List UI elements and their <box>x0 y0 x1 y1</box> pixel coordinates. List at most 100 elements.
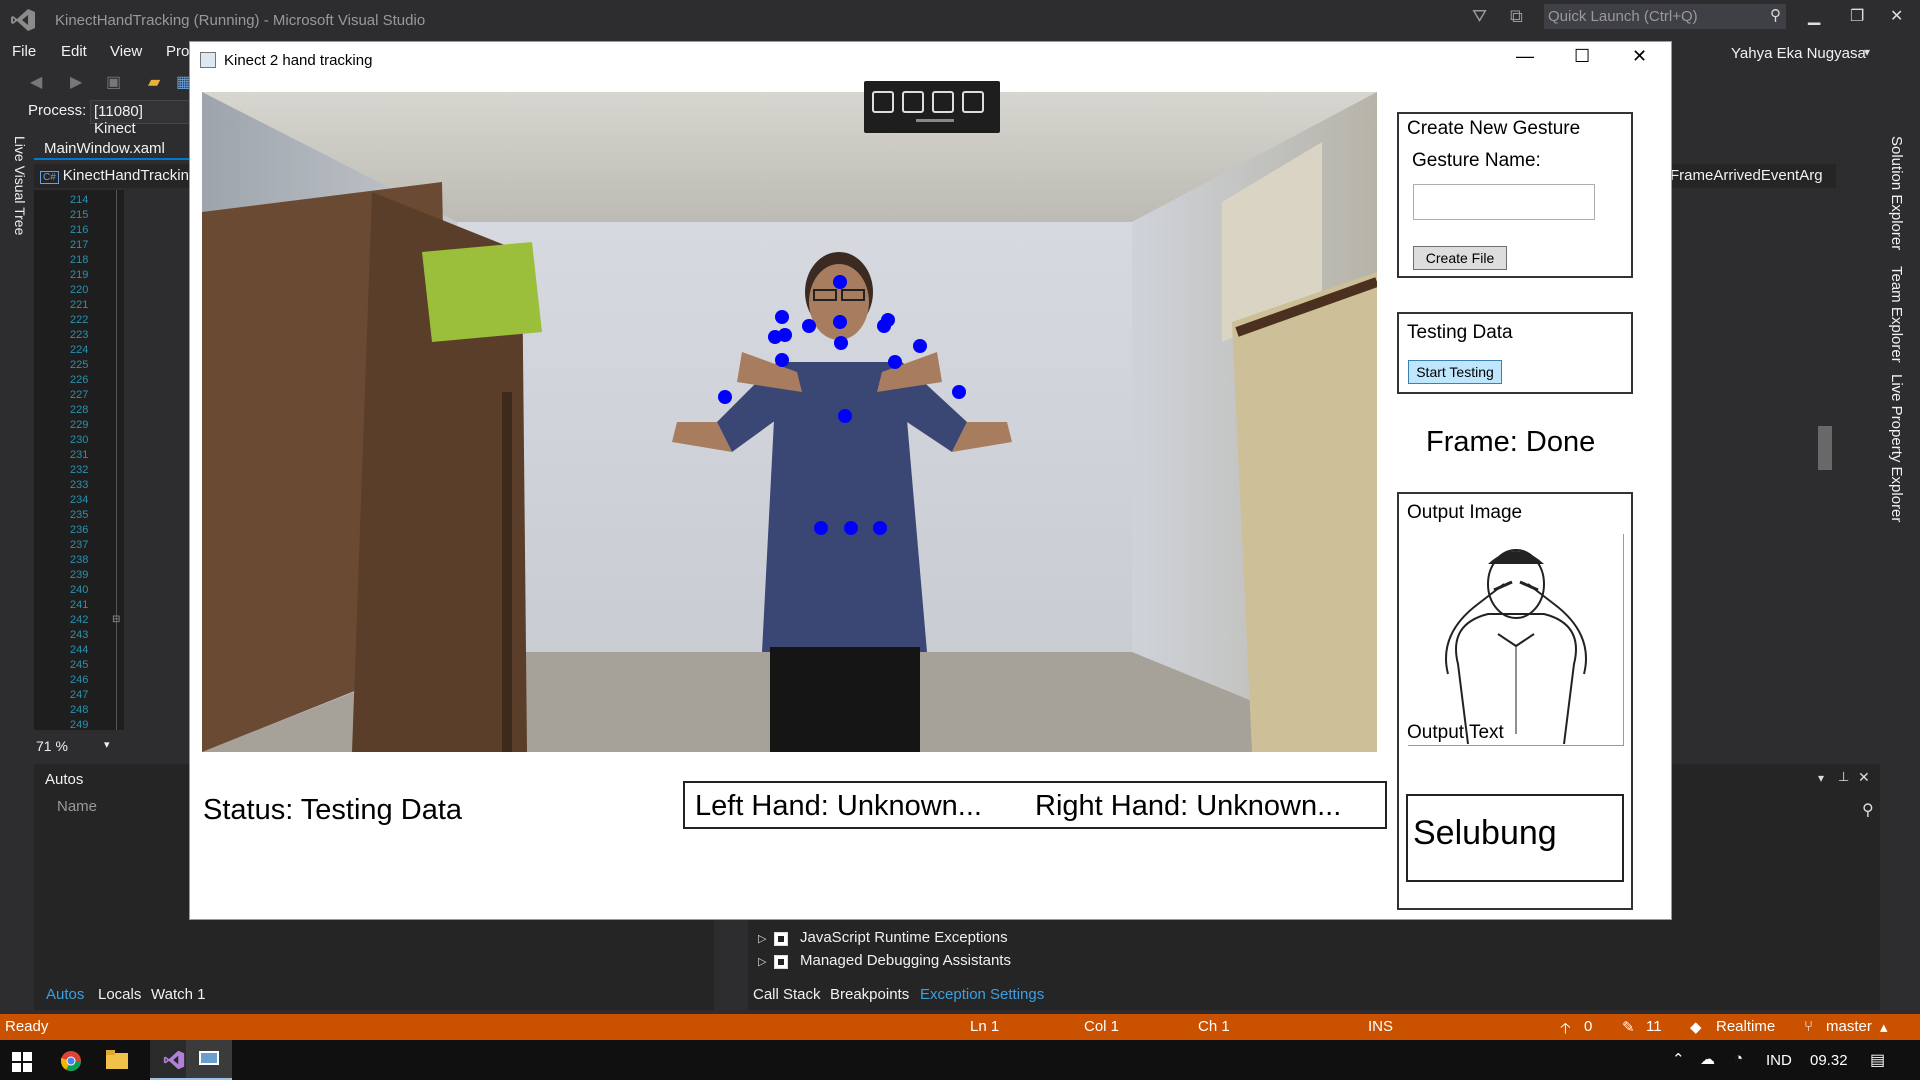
nav-bar-right[interactable]: FrameArrivedEventArg <box>1664 164 1836 188</box>
right-hand-label: Right Hand: Unknown... <box>1035 790 1342 822</box>
right-tool-strip: Solution Explorer Team Explorer Live Pro… <box>1880 130 1920 1010</box>
toolbar-grip[interactable] <box>916 119 954 122</box>
tab-locals[interactable]: Locals <box>98 986 141 1003</box>
tab-autos[interactable]: Autos <box>46 986 84 1003</box>
tab-call-stack[interactable]: Call Stack <box>753 986 821 1003</box>
scrollbar-thumb[interactable] <box>1818 426 1832 470</box>
live-visual-tree-tab[interactable]: Live Visual Tree <box>8 136 28 235</box>
line-number: 225 <box>70 359 89 371</box>
line-number: 245 <box>70 659 89 671</box>
quick-launch-input[interactable]: Quick Launch (Ctrl+Q) <box>1544 4 1786 29</box>
menu-view[interactable]: View <box>110 43 142 60</box>
repo-name[interactable]: Realtime <box>1716 1018 1775 1035</box>
line-number: 240 <box>70 584 89 596</box>
branch-name[interactable]: master <box>1826 1018 1872 1035</box>
expand-icon[interactable]: ▷ <box>758 932 766 945</box>
file-explorer-icon[interactable] <box>106 1050 128 1070</box>
status-ins: INS <box>1368 1018 1394 1035</box>
zoom-value: 71 % <box>36 738 68 754</box>
clock[interactable]: 09.32 <box>1810 1052 1848 1069</box>
chevron-down-icon[interactable]: ▾ <box>1864 45 1870 59</box>
output-text-box: Selubung <box>1406 794 1624 882</box>
chevron-up-icon[interactable]: ⌃ <box>1672 1050 1685 1068</box>
chevron-down-icon[interactable]: ▾ <box>1818 771 1824 785</box>
status-col: Col 1 <box>1084 1018 1120 1035</box>
vs-titlebar: KinectHandTracking (Running) - Microsoft… <box>0 0 1920 40</box>
track-focused-element-icon[interactable] <box>962 91 984 113</box>
create-file-button[interactable]: Create File <box>1413 246 1507 270</box>
forward-icon[interactable]: ▶ <box>70 72 82 92</box>
new-item-icon[interactable]: ▣ <box>106 72 121 92</box>
chevron-up-icon: ▴ <box>1880 1019 1888 1036</box>
team-explorer-tab[interactable]: Team Explorer <box>1888 266 1905 363</box>
checkbox[interactable] <box>774 955 788 969</box>
checkbox[interactable] <box>774 932 788 946</box>
minimize-icon[interactable]: ▁ <box>1808 6 1820 26</box>
open-folder-icon[interactable]: ▰ <box>148 72 160 92</box>
nav-bar-left[interactable]: C# KinectHandTrackin <box>34 164 194 188</box>
app-window-icon <box>200 52 216 68</box>
exception-row[interactable]: JavaScript Runtime Exceptions <box>800 929 1008 946</box>
language-indicator[interactable]: IND <box>1766 1052 1792 1069</box>
line-number: 242 <box>70 614 89 626</box>
menu-project[interactable]: Pro <box>166 43 189 60</box>
line-number: 219 <box>70 269 89 281</box>
solution-explorer-tab[interactable]: Solution Explorer <box>1888 136 1905 250</box>
tab-exception-settings[interactable]: Exception Settings <box>920 986 1044 1003</box>
maximize-icon[interactable]: ☐ <box>1574 46 1590 67</box>
restore-icon[interactable]: ❐ <box>1850 6 1864 26</box>
gesture-name-input[interactable] <box>1413 184 1595 220</box>
go-to-live-visual-tree-icon[interactable] <box>872 91 894 113</box>
wifi-icon[interactable]: ◔ <box>1734 1050 1743 1067</box>
display-layout-adorners-icon[interactable] <box>932 91 954 113</box>
collapse-icon[interactable]: ⊟ <box>112 614 120 625</box>
line-number: 239 <box>70 569 89 581</box>
menu-file[interactable]: File <box>12 43 36 60</box>
line-number: 249 <box>70 719 89 731</box>
kinect-app-taskbar-button[interactable] <box>186 1040 232 1080</box>
pin-icon[interactable]: ⊥ <box>1838 769 1849 785</box>
notification-icon[interactable]: ▤ <box>1870 1050 1885 1070</box>
expand-icon[interactable]: ▷ <box>758 955 766 968</box>
branch-icon: ⑂ <box>1804 1018 1814 1035</box>
line-number: 247 <box>70 689 89 701</box>
select-element-icon[interactable] <box>902 91 924 113</box>
chrome-icon[interactable] <box>60 1050 82 1072</box>
start-testing-button[interactable]: Start Testing <box>1408 360 1502 384</box>
visual-studio-icon <box>163 1050 185 1070</box>
user-name[interactable]: Yahya Eka Nugyasa <box>1731 45 1866 62</box>
editor-tab[interactable]: MainWindow.xaml <box>34 138 190 160</box>
cloud-icon[interactable]: ☁ <box>1700 1050 1715 1068</box>
live-property-explorer-tab[interactable]: Live Property Explorer <box>1888 374 1905 522</box>
app-window-icon <box>199 1051 219 1065</box>
filter-icon[interactable]: ⛛ <box>1472 6 1487 27</box>
testing-panel: Testing Data Start Testing <box>1397 312 1633 394</box>
close-icon[interactable]: ✕ <box>1858 769 1870 786</box>
feedback-icon[interactable]: ⧉ <box>1510 6 1523 27</box>
search-icon[interactable]: ⚲ <box>1862 800 1874 820</box>
exception-row[interactable]: Managed Debugging Assistants <box>800 952 1011 969</box>
tab-breakpoints[interactable]: Breakpoints <box>830 986 909 1003</box>
unpushed-count[interactable]: 0 <box>1584 1018 1592 1035</box>
back-icon[interactable]: ◀ <box>30 72 42 92</box>
close-icon[interactable]: ✕ <box>1632 46 1647 67</box>
tab-watch-1[interactable]: Watch 1 <box>151 986 205 1003</box>
search-icon[interactable]: ⚲ <box>1770 6 1781 24</box>
line-number: 221 <box>70 299 89 311</box>
editor-gutter: 214 215 216 217 218 219 220 221 222 223 224 225 226 2… <box>34 190 124 731</box>
menu-edit[interactable]: Edit <box>61 43 87 60</box>
nav-left-label: KinectHandTrackin <box>62 167 189 184</box>
camera-scene <box>202 92 1377 752</box>
minimize-icon[interactable]: — <box>1516 46 1534 67</box>
testing-title: Testing Data <box>1407 322 1513 343</box>
create-gesture-title: Create New Gesture <box>1407 118 1581 139</box>
zoom-select[interactable]: 71 % ▾ <box>36 738 116 758</box>
changes-count[interactable]: 11 <box>1646 1018 1662 1035</box>
process-select[interactable]: [11080] Kinect <box>90 100 190 137</box>
line-number: 218 <box>70 254 89 266</box>
windows-start-icon[interactable] <box>12 1052 32 1072</box>
autos-name-column[interactable]: Name <box>57 798 97 815</box>
close-icon[interactable]: ✕ <box>1890 6 1903 26</box>
line-number: 220 <box>70 284 89 296</box>
line-number: 224 <box>70 344 89 356</box>
